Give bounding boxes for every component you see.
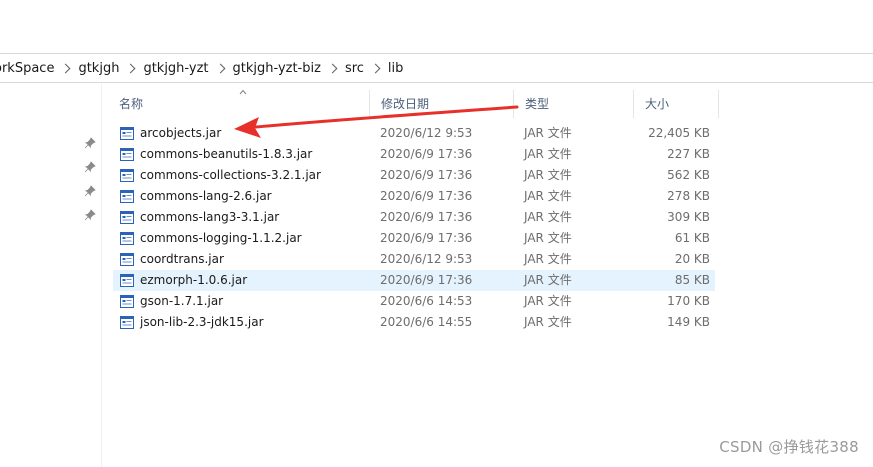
watermark: CSDN @挣钱花388: [719, 438, 859, 456]
annotation-arrow: [234, 105, 519, 138]
